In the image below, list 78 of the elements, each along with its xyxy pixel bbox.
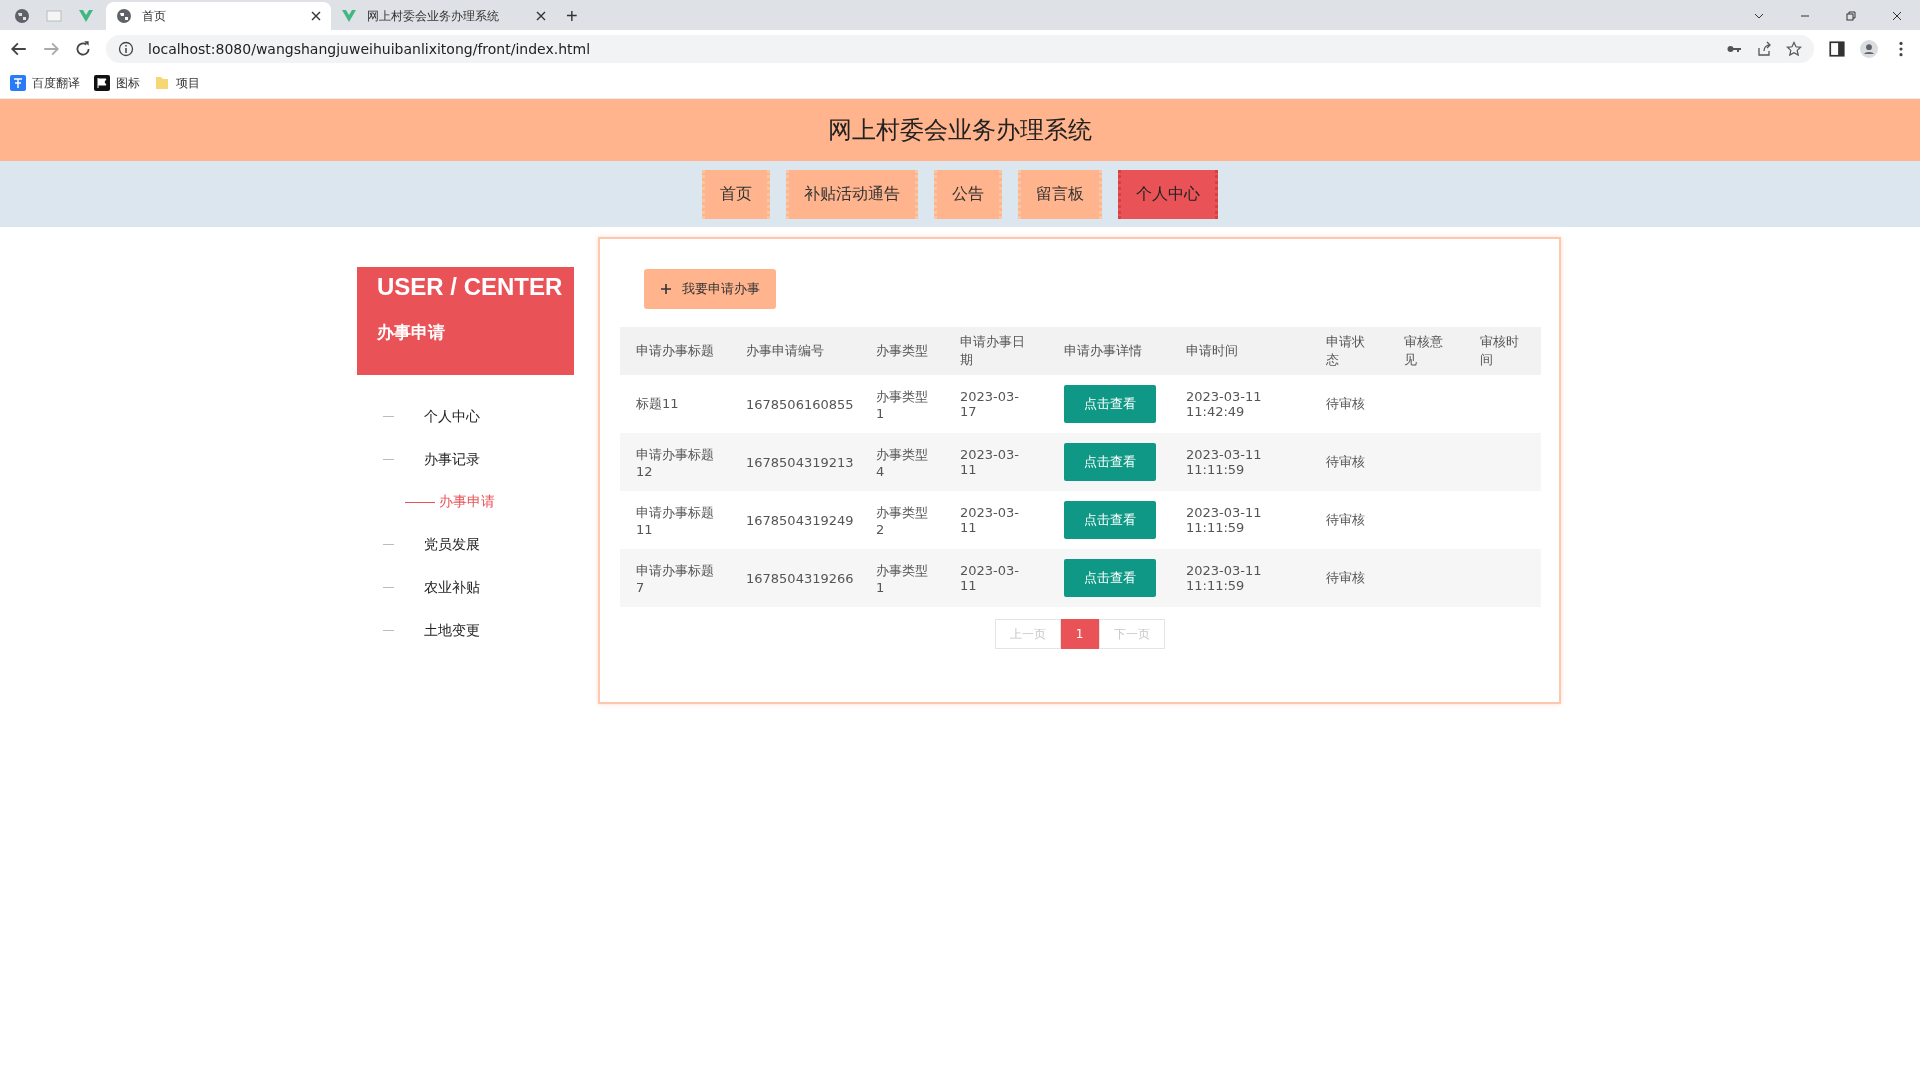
table-cell: 办事类型1: [876, 388, 928, 421]
site-title: 网上村委会业务办理系统: [828, 115, 1092, 146]
info-icon[interactable]: [118, 41, 134, 57]
browser-tab[interactable]: 网上村委会业务办理系统: [331, 2, 556, 30]
table-cell: 办事类型4: [876, 446, 928, 479]
nav-tab[interactable]: 留言板: [1018, 169, 1102, 219]
column-header: 办事类型: [860, 327, 944, 375]
view-details-button[interactable]: 点击查看: [1064, 443, 1156, 481]
page-number-button[interactable]: 1: [1060, 619, 1099, 649]
add-application-button[interactable]: 我要申请办事: [644, 269, 776, 309]
sidebar-item[interactable]: 办事记录: [357, 438, 574, 481]
bookmark-link[interactable]: 百度翻译: [10, 74, 80, 92]
nav-tab[interactable]: 个人中心: [1118, 169, 1218, 219]
sidebar-subtitle: 办事申请: [377, 321, 446, 344]
profile-icon[interactable]: [1860, 40, 1878, 58]
view-details-button[interactable]: 点击查看: [1064, 559, 1156, 597]
bookmark-link[interactable]: 项目: [154, 74, 200, 92]
sidebar-item[interactable]: 土地变更: [357, 609, 574, 652]
side-panel-icon[interactable]: [1828, 40, 1846, 58]
column-header: 申请办事详情: [1048, 327, 1170, 375]
column-header: 申请办事标题: [620, 327, 730, 375]
column-header: 办事申请编号: [730, 327, 860, 375]
view-details-button[interactable]: 点击查看: [1064, 501, 1156, 539]
browser-tab[interactable]: 首页: [106, 2, 331, 30]
table-cell: 申请办事标题11: [636, 504, 714, 537]
v-logo-icon: [341, 8, 357, 24]
star-icon[interactable]: [1786, 41, 1802, 57]
table-cell: 2023-03-11: [960, 505, 1019, 535]
globe-icon: [116, 8, 132, 24]
address-field[interactable]: localhost:8080/wangshangjuweihuibanlixitong/front/index.html: [106, 35, 1814, 63]
table-cell: 2023-03-11 11:11:59: [1186, 447, 1262, 477]
column-header: 申请办事日期: [944, 327, 1048, 375]
sidebar-item[interactable]: 农业补贴: [357, 566, 574, 609]
column-header: 申请状态: [1310, 327, 1388, 375]
flag-icon: [94, 75, 110, 91]
globe-icon[interactable]: [14, 8, 30, 24]
reload-icon[interactable]: [74, 40, 92, 58]
table-cell: 2023-03-11 11:11:59: [1186, 505, 1262, 535]
sidebar-subitem[interactable]: 办事申请: [357, 481, 574, 523]
column-header: 申请时间: [1170, 327, 1310, 375]
bookmark-link[interactable]: 图标: [94, 74, 140, 92]
table-cell: 待审核: [1326, 454, 1365, 469]
table-cell: 1678504319266: [746, 570, 854, 586]
column-header: 审核意见: [1388, 327, 1464, 375]
table-cell: 待审核: [1326, 512, 1365, 527]
table-cell: 申请办事标题12: [636, 446, 714, 479]
close-icon[interactable]: [311, 11, 321, 21]
new-tab-button[interactable]: +: [556, 2, 588, 30]
sidebar-title: USER / CENTER: [377, 273, 564, 301]
table-cell: 申请办事标题7: [636, 562, 714, 595]
close-icon[interactable]: [1891, 10, 1903, 22]
table-cell: 2023-03-11 11:42:49: [1186, 389, 1262, 419]
plus-icon: [660, 283, 672, 295]
nav-tab[interactable]: 补贴活动通告: [786, 169, 918, 219]
nav-tab[interactable]: 首页: [702, 169, 770, 219]
table-cell: 办事类型2: [876, 504, 928, 537]
translate-icon: [10, 75, 26, 91]
table-cell: 2023-03-17: [960, 389, 1019, 419]
back-arrow-icon[interactable]: [10, 40, 28, 58]
sidebar-item[interactable]: 个人中心: [357, 395, 574, 438]
table-cell: 1678504319213: [746, 454, 854, 470]
sidebar-item[interactable]: 党员发展: [357, 523, 574, 566]
table-cell: 办事类型1: [876, 562, 928, 595]
nav-tab[interactable]: 公告: [934, 169, 1002, 219]
view-details-button[interactable]: 点击查看: [1064, 385, 1156, 423]
table-cell: 1678504319249: [746, 512, 854, 528]
table-cell: 待审核: [1326, 570, 1365, 585]
table-cell: 待审核: [1326, 396, 1365, 411]
table-cell: 1678506160855: [746, 396, 854, 412]
column-header: 审核时间: [1464, 327, 1541, 375]
restore-icon[interactable]: [1845, 10, 1857, 22]
share-icon[interactable]: [1756, 41, 1772, 57]
folder-icon: [154, 75, 170, 91]
table-cell: 标题11: [636, 396, 679, 411]
table-cell: 2023-03-11 11:11:59: [1186, 563, 1262, 593]
close-icon[interactable]: [536, 11, 546, 21]
table-cell: 2023-03-11: [960, 563, 1019, 593]
table-cell: 2023-03-11: [960, 447, 1019, 477]
